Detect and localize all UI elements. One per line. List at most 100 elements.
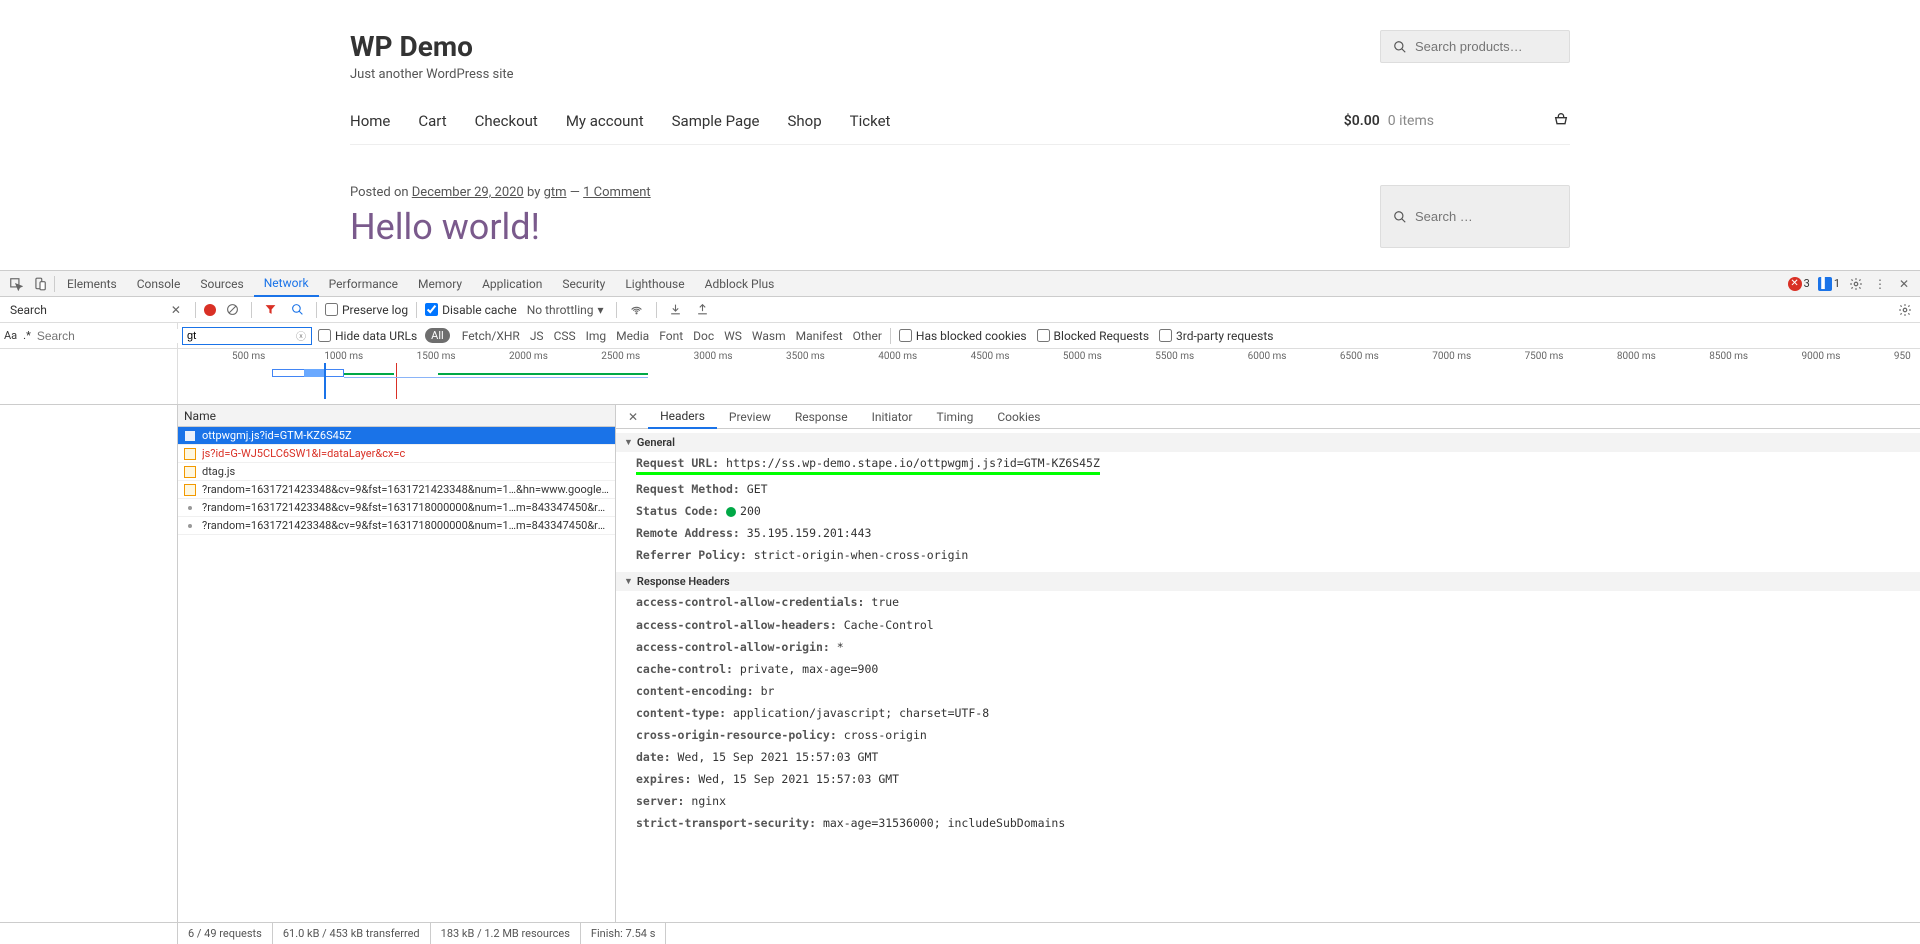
cart-icon[interactable] xyxy=(1552,113,1570,129)
close-search-icon[interactable]: ✕ xyxy=(165,303,187,317)
nav-cart[interactable]: Cart xyxy=(418,112,446,130)
type-ws[interactable]: WS xyxy=(724,329,742,343)
match-case-icon[interactable]: Aa xyxy=(4,329,17,342)
tab-console[interactable]: Console xyxy=(127,271,191,297)
timeline-tick: 6000 ms xyxy=(1248,351,1287,362)
type-fetch-xhr[interactable]: Fetch/XHR xyxy=(462,329,520,343)
type-doc[interactable]: Doc xyxy=(693,329,714,343)
detail-tab-initiator[interactable]: Initiator xyxy=(860,405,925,429)
detail-tab-headers[interactable]: Headers xyxy=(648,405,717,429)
type-media[interactable]: Media xyxy=(616,329,649,343)
type-js[interactable]: JS xyxy=(530,329,544,343)
close-detail-icon[interactable]: ✕ xyxy=(620,410,646,424)
type-img[interactable]: Img xyxy=(586,329,607,343)
tab-adblock-plus[interactable]: Adblock Plus xyxy=(695,271,785,297)
timeline-tick: 8500 ms xyxy=(1709,351,1748,362)
request-row[interactable]: ottpwgmj.js?id=GTM-KZ6S45Z xyxy=(178,427,615,445)
inspect-icon[interactable] xyxy=(4,272,28,296)
tab-security[interactable]: Security xyxy=(552,271,615,297)
header-row: content-encoding: br xyxy=(616,680,1920,702)
detail-tab-response[interactable]: Response xyxy=(783,405,860,429)
nav-home[interactable]: Home xyxy=(350,112,390,130)
request-row[interactable]: dtag.js xyxy=(178,463,615,481)
post-date[interactable]: December 29, 2020 xyxy=(412,185,524,200)
js-orange-icon xyxy=(184,448,196,460)
type-other[interactable]: Other xyxy=(853,329,882,343)
tab-performance[interactable]: Performance xyxy=(319,271,408,297)
blocked-cookies-checkbox[interactable]: Has blocked cookies xyxy=(899,329,1027,343)
header-row: access-control-allow-headers: Cache-Cont… xyxy=(616,614,1920,636)
request-row[interactable]: ?random=1631721423348&cv=9&fst=163172142… xyxy=(178,481,615,499)
response-headers-section[interactable]: ▼Response Headers xyxy=(616,572,1920,591)
close-devtools-icon[interactable]: ✕ xyxy=(1892,272,1916,296)
name-column-header[interactable]: Name xyxy=(178,405,615,427)
header-row: expires: Wed, 15 Sep 2021 15:57:03 GMT xyxy=(616,768,1920,790)
type-all[interactable]: All xyxy=(425,328,450,343)
cart-summary[interactable]: $0.00 0 items xyxy=(1344,113,1570,129)
type-wasm[interactable]: Wasm xyxy=(752,329,786,343)
blocked-requests-checkbox[interactable]: Blocked Requests xyxy=(1037,329,1149,343)
clear-filter-icon[interactable]: ⓧ xyxy=(296,328,306,343)
header-row: strict-transport-security: max-age=31536… xyxy=(616,812,1920,834)
regex-icon[interactable]: .* xyxy=(23,329,31,342)
header-row: cache-control: private, max-age=900 xyxy=(616,658,1920,680)
header-row: access-control-allow-origin: * xyxy=(616,636,1920,658)
detail-tab-cookies[interactable]: Cookies xyxy=(985,405,1052,429)
request-name: ?random=1631721423348&cv=9&fst=163171800… xyxy=(202,501,609,514)
products-search-input[interactable] xyxy=(1415,39,1557,54)
type-css[interactable]: CSS xyxy=(554,329,576,343)
filter-icon[interactable] xyxy=(260,303,281,316)
tab-sources[interactable]: Sources xyxy=(190,271,253,297)
timeline-tick: 5500 ms xyxy=(1155,351,1194,362)
record-icon[interactable] xyxy=(204,304,216,316)
tab-lighthouse[interactable]: Lighthouse xyxy=(615,271,694,297)
request-row[interactable]: ?random=1631721423348&cv=9&fst=163171800… xyxy=(178,517,615,535)
third-party-checkbox[interactable]: 3rd-party requests xyxy=(1159,329,1273,343)
preserve-log-checkbox[interactable]: Preserve log xyxy=(325,303,408,317)
filter-input[interactable] xyxy=(182,327,312,345)
clear-icon[interactable] xyxy=(222,303,243,316)
error-count[interactable]: ✕3 xyxy=(1784,277,1814,291)
tab-memory[interactable]: Memory xyxy=(408,271,472,297)
request-row[interactable]: js?id=G-WJ5CLC6SW1&l=dataLayer&cx=c xyxy=(178,445,615,463)
timeline-tick: 950 xyxy=(1894,351,1911,362)
nav-shop[interactable]: Shop xyxy=(788,112,822,130)
search-tool-icon[interactable] xyxy=(287,303,308,316)
detail-tab-preview[interactable]: Preview xyxy=(717,405,783,429)
export-icon[interactable] xyxy=(692,303,713,316)
import-icon[interactable] xyxy=(665,303,686,316)
site-search-input[interactable] xyxy=(1415,209,1557,224)
post-comments[interactable]: 1 Comment xyxy=(583,185,651,200)
timeline-tick: 7000 ms xyxy=(1432,351,1471,362)
site-search[interactable] xyxy=(1380,185,1570,248)
nav-ticket[interactable]: Ticket xyxy=(850,112,891,130)
more-icon[interactable]: ⋮ xyxy=(1868,272,1892,296)
network-conditions-icon[interactable] xyxy=(625,303,648,316)
detail-tab-timing[interactable]: Timing xyxy=(924,405,985,429)
request-name: js?id=G-WJ5CLC6SW1&l=dataLayer&cx=c xyxy=(202,447,405,460)
post-author[interactable]: gtm xyxy=(544,185,567,200)
tab-application[interactable]: Application xyxy=(472,271,552,297)
search-input[interactable] xyxy=(37,329,192,343)
settings-icon[interactable] xyxy=(1844,272,1868,296)
timeline-tick: 2000 ms xyxy=(509,351,548,362)
throttling-select[interactable]: No throttling▾ xyxy=(523,303,608,317)
products-search[interactable] xyxy=(1380,30,1570,63)
message-count[interactable]: ▌1 xyxy=(1814,277,1844,291)
tab-network[interactable]: Network xyxy=(254,271,319,297)
hide-data-urls-checkbox[interactable]: Hide data URLs xyxy=(318,329,417,343)
request-name: dtag.js xyxy=(202,465,235,478)
nav-my-account[interactable]: My account xyxy=(566,112,644,130)
tab-elements[interactable]: Elements xyxy=(57,271,127,297)
device-toggle-icon[interactable] xyxy=(28,272,52,296)
general-section[interactable]: ▼General xyxy=(616,433,1920,452)
type-font[interactable]: Font xyxy=(659,329,683,343)
dot-icon xyxy=(184,502,196,514)
post-title[interactable]: Hello world! xyxy=(350,206,651,248)
nav-checkout[interactable]: Checkout xyxy=(475,112,538,130)
disable-cache-checkbox[interactable]: Disable cache xyxy=(425,303,517,317)
request-row[interactable]: ?random=1631721423348&cv=9&fst=163171800… xyxy=(178,499,615,517)
type-manifest[interactable]: Manifest xyxy=(796,329,843,343)
nav-sample-page[interactable]: Sample Page xyxy=(672,112,760,130)
drawer-settings-icon[interactable] xyxy=(1894,303,1916,317)
